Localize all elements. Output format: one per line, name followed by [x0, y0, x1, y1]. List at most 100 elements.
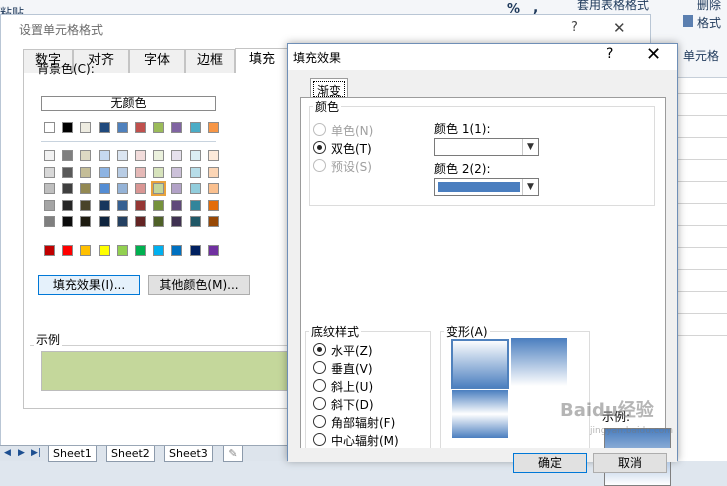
color-swatch[interactable] — [44, 183, 55, 194]
color-swatch[interactable] — [171, 183, 183, 194]
color-swatch[interactable] — [44, 166, 55, 178]
color-swatch[interactable] — [135, 122, 146, 133]
color-swatch[interactable] — [62, 216, 74, 227]
color-swatch[interactable] — [153, 199, 165, 211]
fill-effects-button[interactable]: 填充效果(I)... — [38, 275, 140, 295]
color-swatch[interactable] — [151, 181, 167, 196]
tab-fill[interactable]: 填充 — [235, 48, 289, 73]
color-swatch[interactable] — [98, 216, 110, 227]
color-swatch[interactable] — [135, 199, 146, 211]
color-swatch[interactable] — [153, 122, 165, 133]
color-swatch[interactable] — [44, 122, 55, 133]
color-swatch[interactable] — [135, 245, 146, 256]
color-swatch[interactable] — [171, 166, 183, 178]
more-colors-button[interactable]: 其他颜色(M)... — [148, 275, 250, 295]
color-swatch[interactable] — [98, 122, 110, 133]
color-swatch[interactable] — [80, 183, 92, 194]
color-swatch[interactable] — [62, 199, 74, 211]
color-swatch[interactable] — [98, 150, 110, 161]
variant-1[interactable] — [451, 339, 509, 389]
color-swatch[interactable] — [189, 183, 201, 194]
grid-line — [678, 269, 727, 270]
color-swatch[interactable] — [189, 122, 201, 133]
tab-nav-prev-icon[interactable]: ◀ — [4, 448, 11, 458]
color-swatch[interactable] — [135, 183, 146, 194]
color-swatch[interactable] — [80, 150, 92, 161]
color-swatch[interactable] — [116, 150, 128, 161]
color-swatch[interactable] — [44, 199, 55, 211]
color-swatch[interactable] — [189, 166, 201, 178]
color-swatch[interactable] — [62, 183, 74, 194]
tab-border[interactable]: 边框 — [185, 49, 235, 73]
close-button[interactable]: ✕ — [646, 44, 661, 65]
color-swatch[interactable] — [153, 150, 165, 161]
color-swatch[interactable] — [171, 122, 183, 133]
color-swatch[interactable] — [62, 166, 74, 178]
no-color-button[interactable]: 无颜色 — [41, 96, 216, 111]
table-format-button[interactable]: 套用表格格式 — [577, 0, 649, 13]
color-swatch[interactable] — [153, 166, 165, 178]
color-swatch[interactable] — [207, 150, 219, 161]
color-swatch[interactable] — [98, 166, 110, 178]
tab-gradient[interactable]: 渐变 — [310, 78, 348, 98]
color-swatch[interactable] — [62, 150, 74, 161]
color2-dropdown[interactable]: ▼ — [434, 178, 539, 196]
tab-font[interactable]: 字体 — [129, 49, 185, 73]
color-swatch[interactable] — [207, 245, 219, 256]
color-swatch[interactable] — [207, 166, 219, 178]
help-button[interactable]: ? — [606, 46, 613, 62]
color-swatch[interactable] — [135, 166, 146, 178]
variant-2[interactable] — [511, 338, 567, 386]
color-swatch[interactable] — [44, 216, 55, 227]
color-swatch[interactable] — [189, 150, 201, 161]
color-swatch[interactable] — [80, 216, 92, 227]
ok-button[interactable]: 确定 — [513, 453, 587, 473]
color-swatch[interactable] — [207, 183, 219, 194]
color-swatch[interactable] — [153, 216, 165, 227]
color-swatch[interactable] — [171, 245, 183, 256]
color-swatch[interactable] — [98, 245, 110, 256]
color-swatch[interactable] — [80, 122, 92, 133]
format-cells-button[interactable]: 格式 — [697, 14, 721, 31]
help-button[interactable]: ? — [571, 20, 578, 35]
color-swatch[interactable] — [189, 245, 201, 256]
color-swatch[interactable] — [135, 216, 146, 227]
color-swatch[interactable] — [80, 245, 92, 256]
color-swatch[interactable] — [207, 216, 219, 227]
color1-dropdown[interactable]: ▼ — [434, 138, 539, 156]
color-swatch[interactable] — [62, 122, 74, 133]
sheet-tab-2[interactable]: Sheet2 — [106, 446, 155, 462]
color-swatch[interactable] — [153, 245, 165, 256]
color-swatch[interactable] — [207, 122, 219, 133]
delete-cells-button[interactable]: 删除 — [697, 0, 721, 13]
color-swatch[interactable] — [171, 150, 183, 161]
color-swatch[interactable] — [98, 199, 110, 211]
sheet-tab-1[interactable]: Sheet1 — [48, 446, 97, 462]
color-swatch[interactable] — [116, 166, 128, 178]
insert-sheet-icon[interactable]: ✎ — [223, 446, 243, 462]
color-swatch[interactable] — [116, 199, 128, 211]
color-swatch[interactable] — [135, 150, 146, 161]
cancel-button[interactable]: 取消 — [593, 453, 667, 473]
close-button[interactable]: ✕ — [613, 19, 626, 37]
color-swatch[interactable] — [44, 150, 55, 161]
format-icon — [683, 15, 693, 27]
color-swatch[interactable] — [171, 199, 183, 211]
color-swatch[interactable] — [80, 166, 92, 178]
color-swatch[interactable] — [62, 245, 74, 256]
color-swatch[interactable] — [116, 216, 128, 227]
variant-3[interactable] — [452, 390, 508, 438]
color-swatch[interactable] — [116, 122, 128, 133]
color-swatch[interactable] — [116, 183, 128, 194]
tab-nav-next-icon[interactable]: ▶ — [18, 448, 25, 458]
color-swatch[interactable] — [80, 199, 92, 211]
color-swatch[interactable] — [98, 183, 110, 194]
tab-nav-last-icon[interactable]: ▶| — [31, 448, 41, 458]
sheet-tab-3[interactable]: Sheet3 — [164, 446, 213, 462]
color-swatch[interactable] — [189, 199, 201, 211]
color-swatch[interactable] — [44, 245, 55, 256]
color-swatch[interactable] — [171, 216, 183, 227]
color-swatch[interactable] — [189, 216, 201, 227]
color-swatch[interactable] — [207, 199, 219, 211]
color-swatch[interactable] — [116, 245, 128, 256]
